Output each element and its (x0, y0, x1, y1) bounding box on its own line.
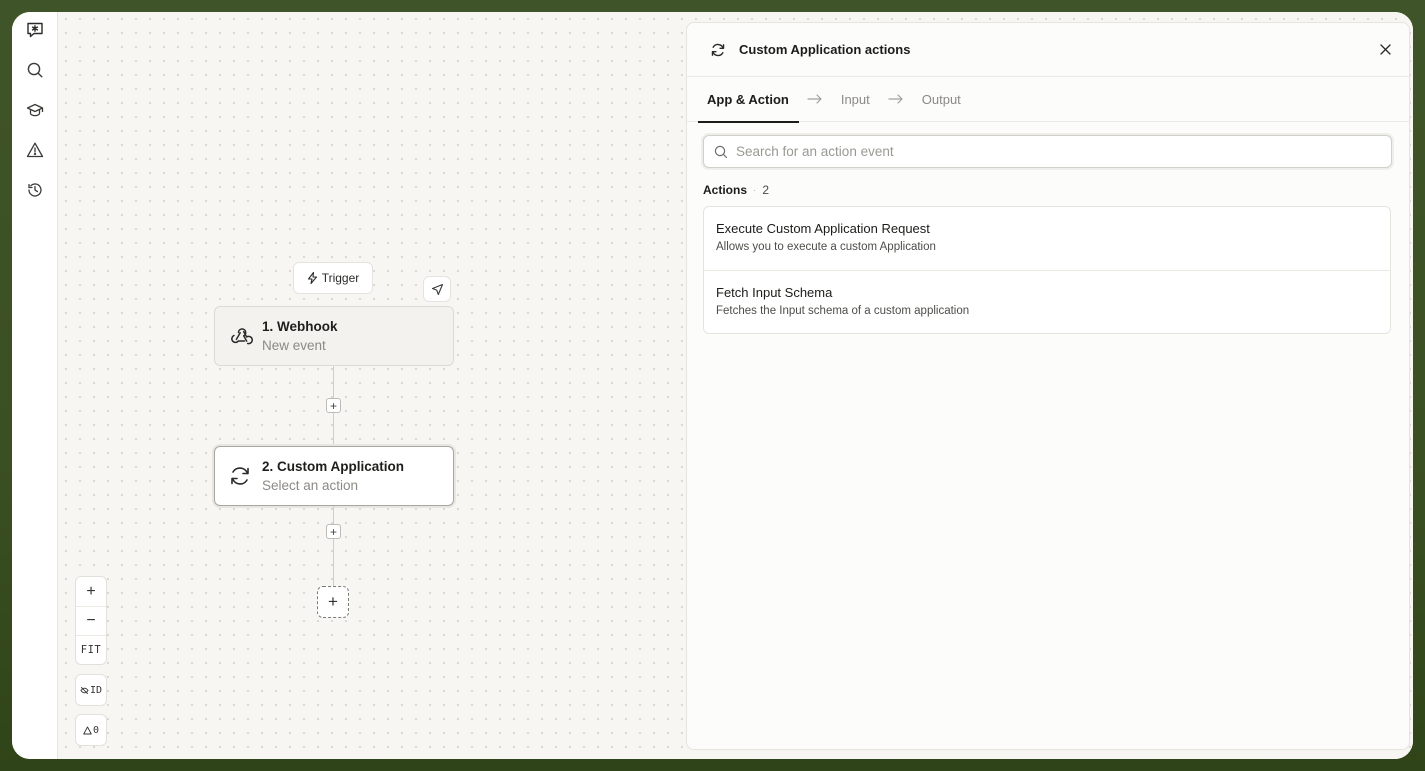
action-search (703, 135, 1392, 168)
action-search-input[interactable] (736, 144, 1391, 159)
action-panel: Custom Application actions App & Action … (686, 22, 1410, 750)
action-item[interactable]: Fetch Input Schema Fetches the Input sch… (704, 270, 1390, 333)
warnings-button[interactable]: 0 (75, 714, 107, 746)
action-title: Execute Custom Application Request (716, 221, 930, 236)
warning-icon[interactable] (23, 138, 47, 162)
toggle-ids-button[interactable]: ID (75, 674, 107, 706)
trigger-label[interactable]: Trigger (293, 262, 373, 294)
sync-icon (711, 43, 725, 56)
app-window: Trigger 1. Webhook New event + 2. Custom… (12, 12, 1413, 759)
warning-small-icon (83, 726, 92, 734)
close-panel-button[interactable] (1377, 41, 1393, 57)
select-tool-button[interactable] (423, 276, 451, 302)
tab-input[interactable]: Input (841, 77, 870, 122)
sync-icon (231, 467, 249, 485)
logo-icon[interactable] (23, 18, 47, 42)
node-custom-application[interactable]: 2. Custom Application Select an action (214, 446, 454, 506)
lightning-icon (307, 272, 317, 284)
webhook-icon (231, 328, 253, 345)
step-tabs: App & Action Input Output (687, 77, 1409, 123)
warnings-count: 0 (92, 724, 100, 736)
learn-icon[interactable] (23, 98, 47, 122)
separator-dot: · (753, 184, 757, 196)
action-description: Allows you to execute a custom Applicati… (716, 241, 936, 253)
action-item[interactable]: Execute Custom Application Request Allow… (704, 207, 1390, 270)
actions-heading: Actions · 2 (703, 183, 769, 197)
connector-line (333, 413, 334, 446)
zoom-controls: + − FIT (75, 576, 107, 665)
zoom-out-button[interactable]: − (76, 606, 106, 635)
trigger-label-text: Trigger (321, 271, 360, 285)
tab-app-action[interactable]: App & Action (698, 77, 799, 123)
actions-count: 2 (762, 183, 770, 197)
add-step-between-button[interactable]: + (326, 398, 341, 413)
node-title: 1. Webhook (262, 319, 338, 334)
zoom-fit-button[interactable]: FIT (76, 635, 106, 664)
arrow-right-icon (807, 94, 823, 104)
action-description: Fetches the Input schema of a custom app… (716, 305, 970, 317)
action-list: Execute Custom Application Request Allow… (703, 206, 1391, 334)
toggle-ids-label: ID (89, 684, 103, 696)
add-step-button[interactable]: + (317, 586, 349, 618)
search-icon (714, 145, 728, 158)
node-subtitle: Select an action (262, 478, 359, 493)
zoom-in-button[interactable]: + (76, 577, 106, 606)
node-webhook[interactable]: 1. Webhook New event (214, 306, 454, 366)
panel-header: Custom Application actions (687, 23, 1409, 77)
connector-line (333, 539, 334, 586)
node-subtitle: New event (262, 338, 326, 353)
tab-output[interactable]: Output (922, 77, 961, 122)
cursor-icon (431, 283, 443, 295)
arrow-right-icon (888, 94, 904, 104)
close-icon (1379, 43, 1391, 55)
eye-off-icon (80, 686, 89, 694)
actions-label: Actions (703, 183, 748, 197)
add-step-between-button[interactable]: + (326, 524, 341, 539)
left-rail (12, 12, 58, 759)
connector-line (333, 506, 334, 524)
search-icon[interactable] (23, 58, 47, 82)
node-title: 2. Custom Application (262, 459, 405, 474)
action-title: Fetch Input Schema (716, 285, 833, 300)
panel-title: Custom Application actions (739, 42, 911, 57)
history-icon[interactable] (23, 178, 47, 202)
